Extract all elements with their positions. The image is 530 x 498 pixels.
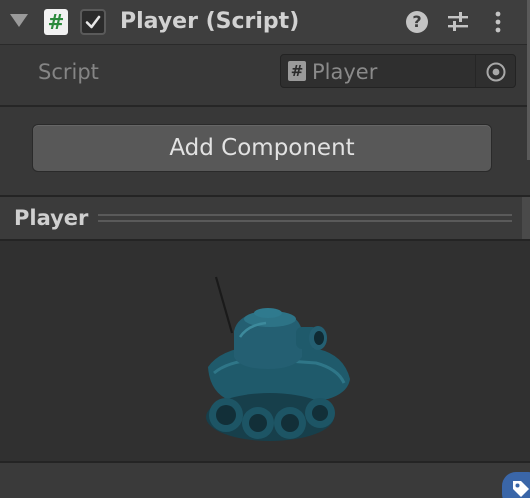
script-property-row: Script # Player [0,45,530,105]
script-label: Script [38,60,99,84]
context-menu-kebab-icon[interactable] [486,10,510,34]
preview-title: Player [14,206,89,230]
script-file-icon: # [288,61,306,81]
inspector-panel: # Player (Script) ? Script # Player Add … [0,0,530,498]
preview-scrollbar[interactable] [522,197,530,239]
foldout-arrow-icon[interactable] [10,14,28,27]
divider [0,105,530,107]
asset-preview-area[interactable] [0,241,530,461]
preview-resize-handle[interactable] [98,214,512,222]
tank-model-preview [206,276,350,441]
script-object-name: Player [312,60,378,84]
preview-footer-bar [0,461,530,498]
checkmark-icon [85,15,101,29]
help-icon[interactable]: ? [406,11,428,33]
component-header[interactable]: # Player (Script) ? [0,0,530,45]
asset-label-tag-icon[interactable] [502,472,530,498]
target-picker-icon [486,62,506,82]
preview-header[interactable]: Player [0,197,530,241]
presets-sliders-icon[interactable] [446,10,470,34]
component-enabled-checkbox[interactable] [80,9,106,35]
add-component-button[interactable]: Add Component [32,124,492,172]
object-picker-button[interactable] [475,55,515,87]
script-object-field[interactable]: # Player [280,54,516,88]
component-title: Player (Script) [120,9,300,34]
script-icon: # [44,9,68,35]
